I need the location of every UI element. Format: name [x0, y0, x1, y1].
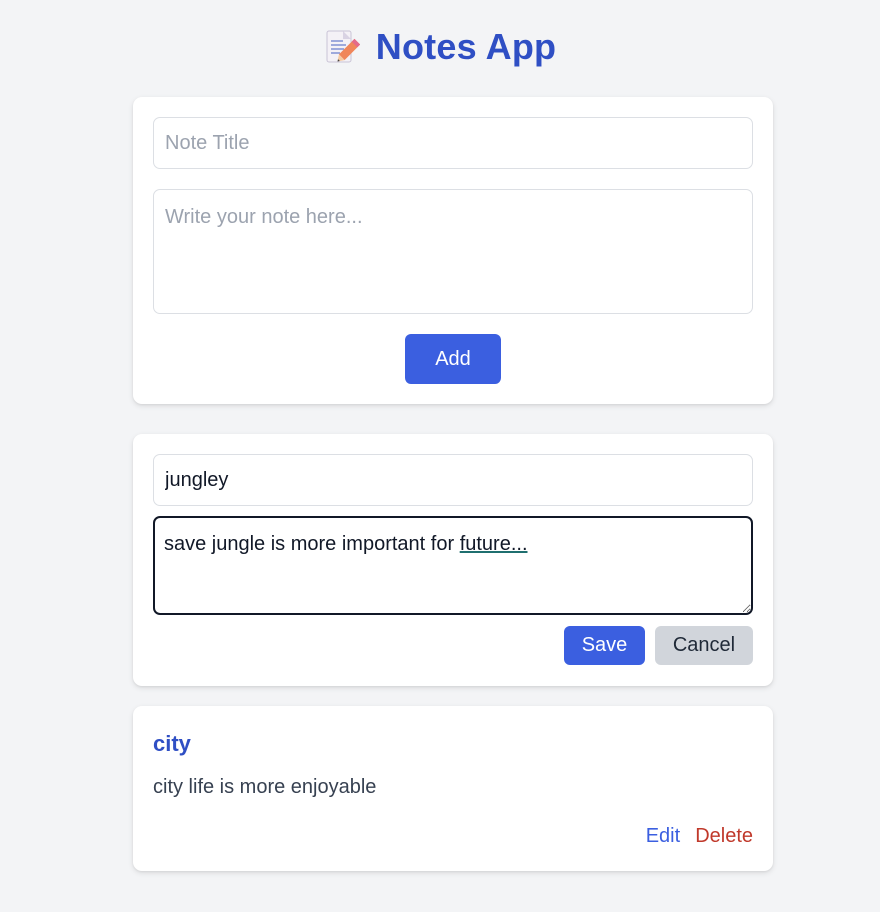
note-title-input[interactable] — [153, 117, 753, 169]
note-card: city city life is more enjoyable Edit De… — [133, 706, 773, 871]
memo-pencil-icon — [324, 27, 360, 67]
app-header: Notes App — [0, 24, 880, 70]
note-body: city life is more enjoyable — [153, 776, 377, 798]
edit-body-input[interactable] — [153, 516, 753, 615]
cancel-button[interactable]: Cancel — [655, 626, 753, 665]
delete-note-link[interactable]: Delete — [695, 825, 753, 848]
note-title: city — [153, 731, 191, 756]
note-body-input[interactable] — [153, 189, 753, 314]
new-note-card: Add — [133, 97, 773, 404]
save-button[interactable]: Save — [564, 626, 645, 665]
edit-title-input[interactable] — [153, 454, 753, 506]
add-note-button[interactable]: Add — [405, 334, 501, 384]
editing-note-card: save jungle is more important for future… — [133, 434, 773, 686]
note-actions: Edit Delete — [646, 825, 753, 848]
page-title: Notes App — [375, 26, 557, 67]
edit-note-link[interactable]: Edit — [646, 825, 680, 848]
